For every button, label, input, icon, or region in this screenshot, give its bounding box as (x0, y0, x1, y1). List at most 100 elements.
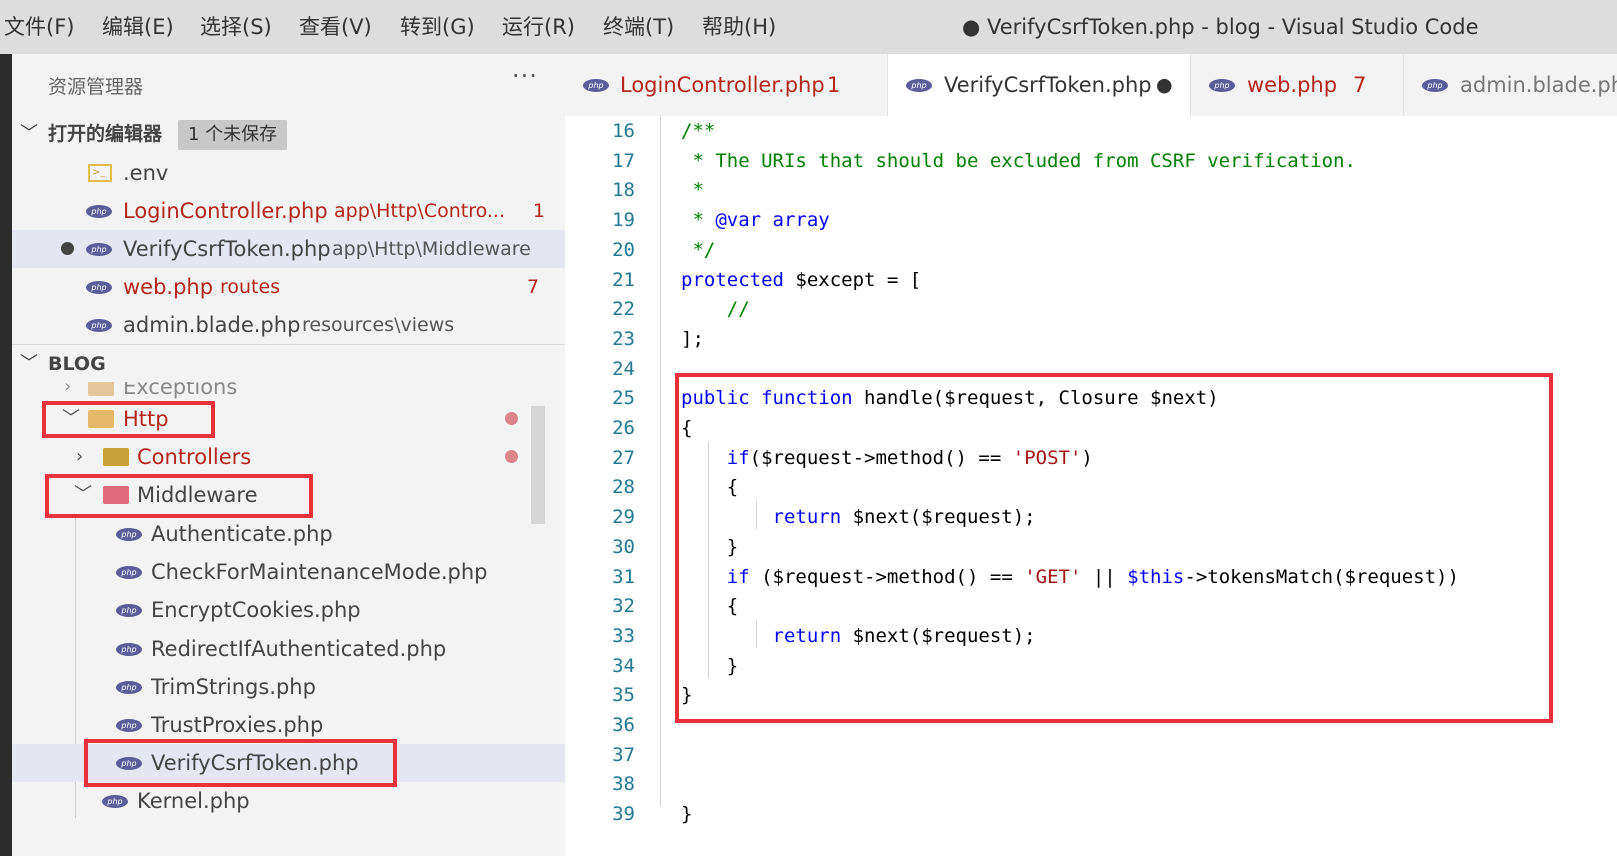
chevron-down-icon: ﹀ (20, 353, 38, 374)
tab-problem-count: 7 (1353, 73, 1367, 97)
folder-icon (88, 382, 114, 396)
tab-label: VerifyCsrfToken.php (944, 73, 1152, 97)
problem-count: 7 (526, 276, 539, 298)
tree-item-authenticate[interactable]: php Authenticate.php (12, 515, 565, 553)
tree-item-checkformaintenance[interactable]: php CheckForMaintenanceMode.php (12, 553, 565, 591)
window-title: ● VerifyCsrfToken.php - blog - Visual St… (962, 15, 1479, 39)
open-editor-name: VerifyCsrfToken.php (123, 237, 331, 261)
highlight-box-middleware (45, 474, 313, 518)
open-editor-admin-blade[interactable]: php admin.blade.php resources\views (12, 306, 565, 344)
section-divider (12, 344, 565, 345)
code-line[interactable]: /** (681, 120, 715, 142)
menu-run[interactable]: 运行(R) (502, 0, 575, 54)
env-file-icon: >_ (88, 164, 112, 182)
code-token: @var (715, 209, 762, 232)
code-line[interactable]: * The URIs that should be excluded from … (681, 149, 1356, 172)
code-line[interactable]: * @var array (681, 209, 830, 232)
php-file-icon: php (116, 681, 142, 694)
problem-count: 1 (532, 200, 545, 222)
php-file-icon: php (116, 528, 142, 541)
php-file-icon: php (116, 719, 142, 732)
tree-item-label: EncryptCookies.php (151, 598, 361, 622)
code-token: /** (681, 120, 716, 142)
tab-web[interactable]: php web.php 7 (1191, 54, 1403, 116)
open-editors-header[interactable]: ﹀ 打开的编辑器 1 个未保存 (12, 116, 565, 152)
code-line[interactable]: * (681, 179, 704, 202)
tree-item-label: Authenticate.php (151, 522, 333, 546)
unsaved-dot-icon[interactable]: ● (1156, 54, 1173, 116)
php-file-icon: php (116, 566, 142, 579)
line-number: 21 (612, 268, 635, 291)
line-number: 22 (612, 298, 635, 321)
line-number: 31 (612, 565, 635, 588)
tree-item-trimstrings[interactable]: php TrimStrings.php (12, 668, 565, 706)
tree-item-controllers[interactable]: › Controllers (12, 438, 565, 476)
code-token: * (681, 179, 704, 202)
menu-file[interactable]: 文件(F) (4, 0, 74, 54)
highlight-box-http (42, 401, 215, 438)
line-number: 20 (612, 238, 635, 261)
sidebar-scrollbar[interactable] (531, 406, 545, 524)
tree-item-redirectifauthenticated[interactable]: php RedirectIfAuthenticated.php (12, 630, 565, 668)
code-line[interactable]: } (681, 803, 692, 825)
menu-edit[interactable]: 编辑(E) (102, 0, 174, 54)
php-file-icon: php (1422, 79, 1448, 92)
code-line[interactable]: protected $except = [ (681, 269, 921, 291)
open-editor-env[interactable]: >_ .env (12, 154, 565, 192)
project-header[interactable]: ﹀ BLOG (12, 346, 565, 382)
php-file-icon: php (583, 79, 609, 92)
line-number: 16 (612, 120, 635, 142)
line-number: 19 (612, 209, 635, 232)
more-actions-icon[interactable]: ··· (512, 62, 538, 90)
tree-item-encryptcookies[interactable]: php EncryptCookies.php (12, 591, 565, 629)
menu-go[interactable]: 转到(G) (400, 0, 475, 54)
tree-item-label: CheckForMaintenanceMode.php (151, 560, 488, 584)
line-number: 29 (612, 506, 635, 529)
tab-admin-blade[interactable]: php admin.blade.php (1404, 54, 1617, 116)
tab-verifycsrftoken[interactable]: php VerifyCsrfToken.php ● (888, 54, 1190, 116)
highlight-box-verifycsrftoken (84, 739, 397, 787)
menu-terminal[interactable]: 终端(T) (603, 0, 674, 54)
line-number: 34 (612, 654, 635, 677)
tree-item-label: RedirectIfAuthenticated.php (151, 637, 447, 661)
open-editor-web[interactable]: php web.php routes 7 (12, 268, 565, 306)
tree-item-label: Kernel.php (137, 789, 250, 813)
menu-view[interactable]: 查看(V) (299, 0, 372, 54)
indent-guide (660, 116, 661, 806)
tab-label: web.php (1247, 73, 1338, 97)
menu-bar: 文件(F) 编辑(E) 选择(S) 查看(V) 转到(G) 运行(R) 终端(T… (0, 0, 1617, 54)
tab-label: LoginController.php (620, 73, 825, 97)
open-editor-name: web.php (123, 275, 214, 299)
code-line[interactable]: */ (681, 239, 715, 261)
open-editor-logincontroller[interactable]: php LoginController.php app\Http\Contro.… (12, 192, 565, 230)
chevron-down-icon: ﹀ (20, 123, 38, 144)
line-number: 18 (612, 179, 635, 202)
php-file-icon: php (86, 319, 112, 332)
open-editor-path: resources\views (302, 314, 455, 336)
php-file-icon: php (102, 795, 128, 808)
code-line[interactable]: // (681, 298, 750, 320)
code-line[interactable]: ]; (681, 328, 704, 350)
open-editor-path: app\Http\Contro... (334, 200, 505, 222)
line-number: 25 (612, 387, 635, 410)
tree-item-kernel[interactable]: php Kernel.php (12, 782, 565, 820)
code-token: array (761, 209, 830, 232)
open-editor-verifycsrftoken[interactable]: php VerifyCsrfToken.php app\Http\Middlew… (12, 230, 565, 268)
line-number: 33 (612, 624, 635, 647)
code-token: * The URIs that should be excluded from … (681, 149, 1356, 172)
menu-help[interactable]: 帮助(H) (702, 0, 776, 54)
modified-dot-icon (505, 412, 518, 425)
code-editor[interactable]: 16 17 18 19 20 21 22 23 24 25 26 27 28 29 30 31 32 33 34 35… (565, 116, 1617, 856)
unsaved-dot-icon[interactable] (61, 242, 74, 255)
chevron-right-icon: › (76, 446, 84, 467)
line-number: 26 (612, 417, 635, 439)
php-file-icon: php (86, 205, 112, 218)
menu-selection[interactable]: 选择(S) (200, 0, 272, 54)
php-file-icon: php (116, 643, 142, 656)
code-token: */ (681, 238, 716, 261)
open-editor-path: app\Http\Middleware (332, 238, 531, 260)
php-file-icon: php (1209, 79, 1235, 92)
tab-logincontroller[interactable]: php LoginController.php 1 (565, 54, 887, 116)
tree-item-label: TrimStrings.php (151, 675, 316, 699)
editor-tabs: php LoginController.php 1 php VerifyCsrf… (565, 54, 1617, 116)
